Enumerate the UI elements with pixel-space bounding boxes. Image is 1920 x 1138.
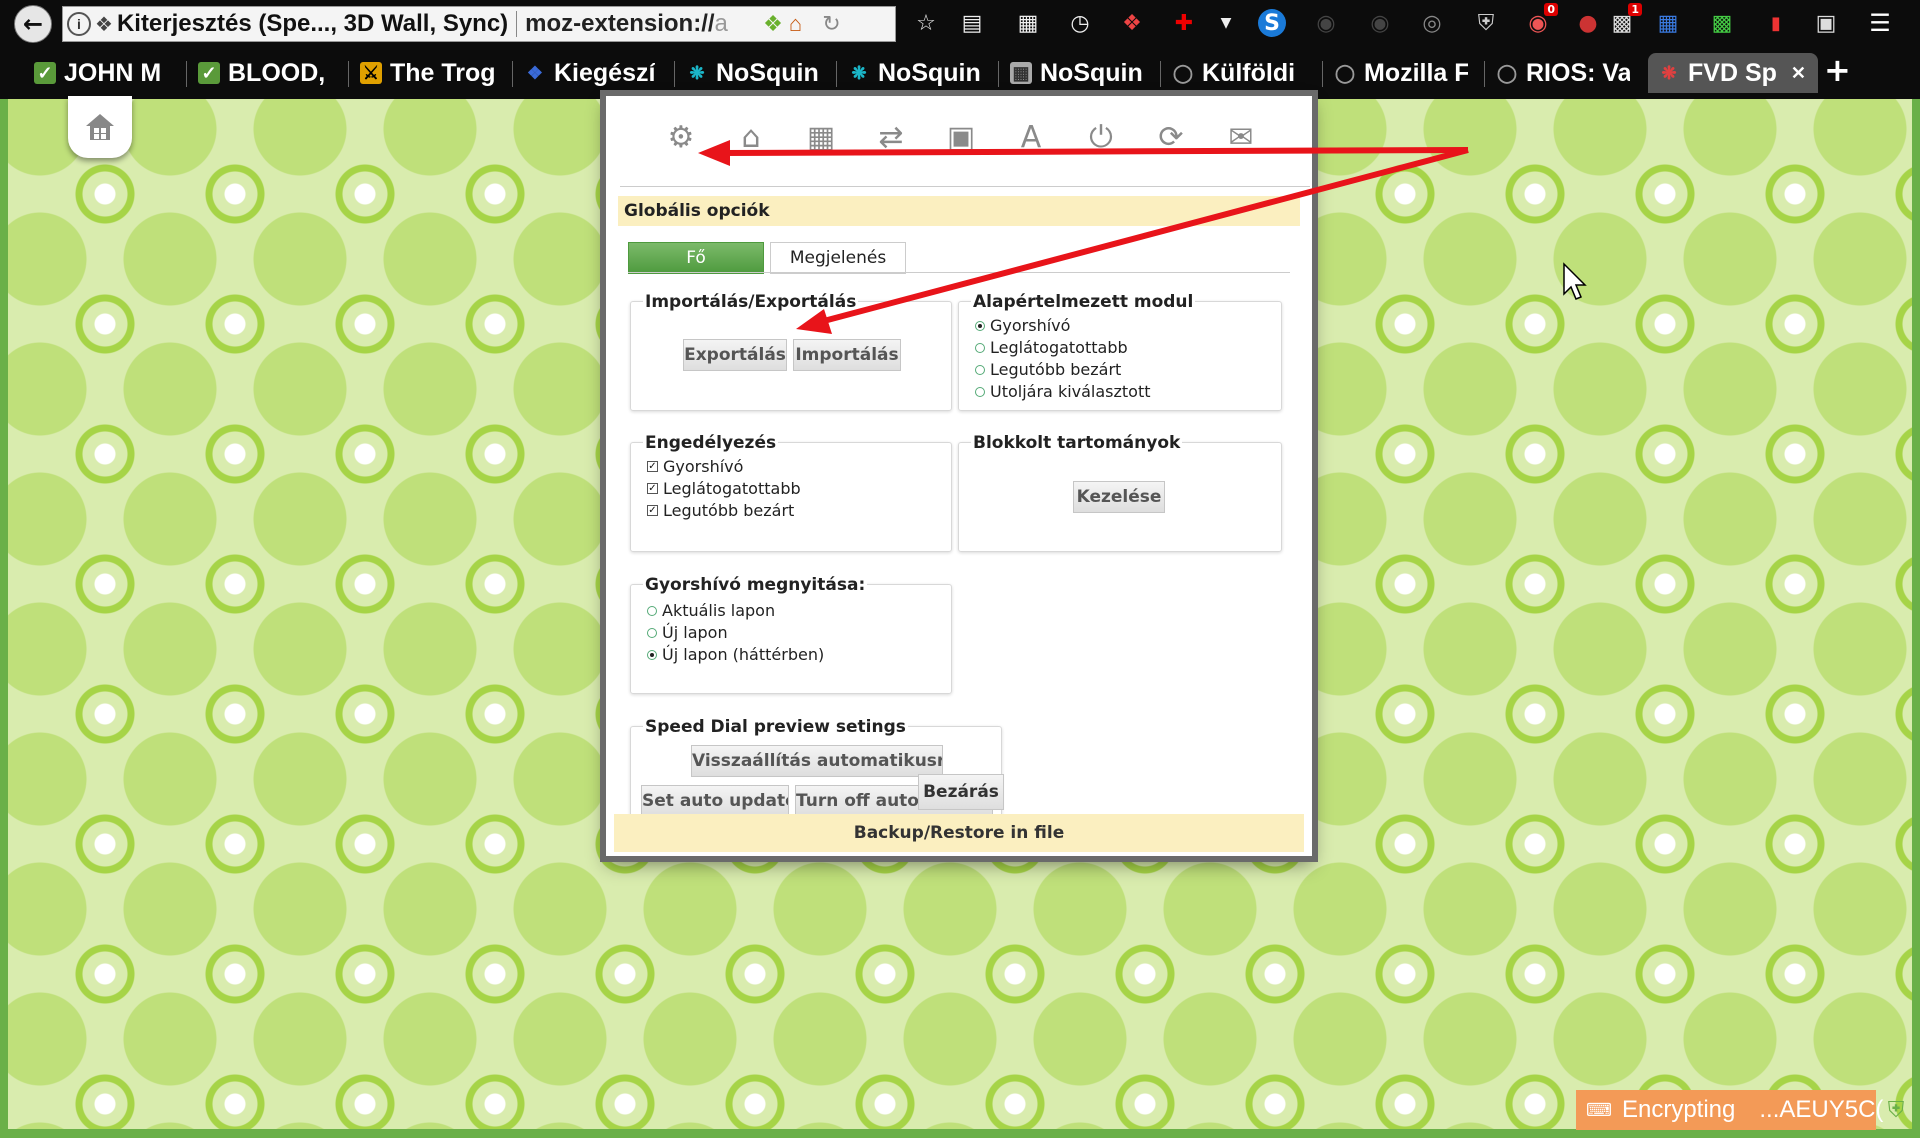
- key-text: ...AEUY5C(: [1759, 1096, 1884, 1123]
- arrow-to-import-export: [796, 147, 1469, 334]
- encrypting-notification: ⌨ Encrypting ...AEUY5C(: [1576, 1090, 1883, 1130]
- encrypting-text: Encrypting: [1621, 1096, 1736, 1123]
- shield-icon[interactable]: ⛨: [1880, 1090, 1912, 1130]
- annotation-arrows: [698, 140, 1469, 334]
- keyboard-icon: ⌨: [1586, 1099, 1612, 1120]
- arrow-to-gear: [698, 140, 1469, 166]
- mouse-cursor-icon: [1563, 262, 1587, 300]
